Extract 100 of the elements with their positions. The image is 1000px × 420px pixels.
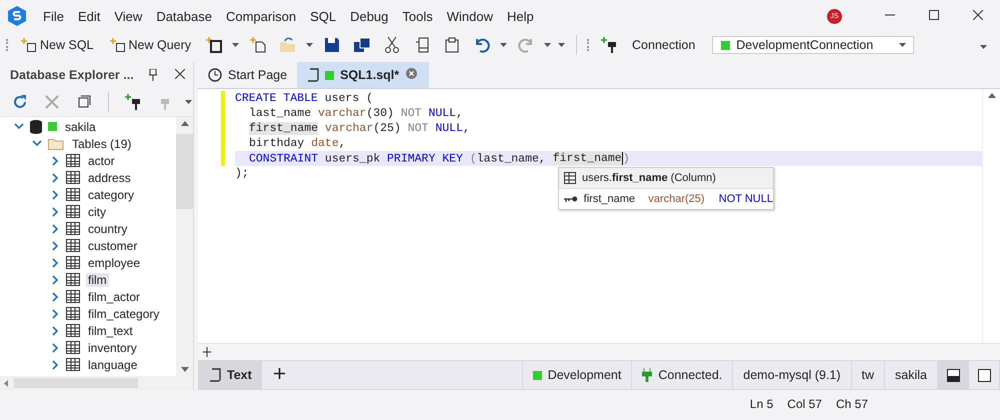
menu-item[interactable]: Database — [149, 8, 219, 24]
cursor-position: Ch 57 — [836, 397, 868, 411]
menu-item[interactable]: File — [36, 8, 71, 24]
expand-chevron-icon[interactable] — [50, 274, 60, 284]
new-sql-button[interactable]: New SQL — [16, 36, 98, 54]
close-tab-icon — [406, 68, 418, 79]
table-icon — [66, 222, 80, 235]
tree-item[interactable]: Tables (19) — [70, 136, 134, 150]
text-view-tab[interactable]: Text — [199, 361, 262, 389]
tree-item[interactable]: actor — [86, 154, 117, 168]
table-icon — [66, 341, 80, 354]
vertical-scrollbar[interactable] — [176, 117, 193, 376]
table-icon — [66, 256, 80, 269]
menu-item[interactable]: Comparison — [218, 8, 304, 24]
tree-item[interactable]: country — [86, 222, 130, 236]
code-line: CREATE TABLE users ( — [235, 92, 374, 105]
expand-chevron-icon[interactable] — [50, 190, 60, 200]
pin-icon — [149, 69, 157, 81]
horizontal-scrollbar[interactable] — [198, 343, 1000, 360]
split-view-icon — [946, 368, 960, 382]
expand-chevron-icon[interactable] — [50, 206, 60, 216]
code-line: birthday date, — [248, 137, 346, 150]
menu-item[interactable]: Tools — [395, 8, 440, 24]
tree-item[interactable]: film — [86, 272, 109, 286]
add-icon — [274, 368, 285, 379]
expand-chevron-icon[interactable] — [50, 360, 60, 370]
expand-chevron-icon[interactable] — [50, 224, 60, 234]
expand-chevron-icon[interactable] — [50, 172, 60, 182]
scroll-down-icon[interactable] — [180, 367, 188, 372]
tree-item[interactable]: sakila — [63, 120, 98, 134]
tree-item[interactable]: address — [86, 170, 133, 184]
app-logo-icon — [8, 6, 26, 26]
code-line: first_name varchar(25) NOT NULL, — [248, 122, 470, 135]
menu-item[interactable]: View — [107, 8, 150, 24]
horizontal-scrollbar[interactable] — [0, 376, 193, 390]
tree-item[interactable]: inventory — [86, 340, 139, 354]
tree-item[interactable]: film_text — [86, 324, 135, 338]
dropdown-caret-icon[interactable] — [232, 43, 240, 47]
tree-item[interactable]: language — [86, 358, 140, 372]
close-icon — [973, 10, 983, 20]
tree-item[interactable]: customer — [86, 238, 140, 252]
start-page-icon — [208, 68, 222, 82]
expand-chevron-icon[interactable] — [50, 292, 60, 302]
table-icon — [66, 273, 80, 286]
collapse-chevron-icon[interactable] — [14, 122, 24, 132]
menu-item[interactable]: Debug — [343, 8, 396, 24]
status-segment: tw — [850, 361, 884, 389]
tree-item[interactable]: city — [86, 204, 108, 218]
table-icon — [66, 205, 80, 218]
dropdown-caret-icon[interactable] — [306, 43, 314, 47]
cursor-position: Col 57 — [787, 397, 822, 411]
tree-item[interactable]: employee — [86, 256, 142, 270]
new-document-icon — [21, 38, 37, 52]
expand-chevron-icon[interactable] — [50, 342, 60, 352]
table-icon — [66, 188, 80, 201]
menu-item[interactable]: SQL — [303, 8, 344, 24]
code-line: CONSTRAINT users_pk PRIMARY KEY (last_name, first_name) — [248, 152, 630, 166]
connection-dropdown[interactable]: DevelopmentConnection — [712, 36, 914, 54]
expand-chevron-icon[interactable] — [50, 240, 60, 250]
code-line: last_name varchar(30) NOT NULL, — [248, 107, 463, 120]
maximize-icon — [929, 10, 939, 20]
scroll-left-icon[interactable] — [4, 380, 8, 386]
table-icon — [66, 171, 80, 184]
scroll-up-icon[interactable] — [180, 121, 188, 126]
cursor-position: Ln 5 — [750, 397, 774, 411]
dropdown-caret-icon[interactable] — [980, 45, 988, 49]
collapse-chevron-icon[interactable] — [32, 138, 42, 148]
expand-chevron-icon[interactable] — [50, 156, 60, 166]
table-icon — [66, 239, 80, 252]
script-icon — [307, 68, 320, 82]
dropdown-caret-icon[interactable] — [899, 43, 908, 47]
dropdown-caret-icon[interactable] — [500, 43, 508, 47]
expand-chevron-icon[interactable] — [50, 326, 60, 336]
table-icon — [66, 307, 80, 320]
tree-item[interactable]: category — [86, 188, 136, 202]
status-segment: demo-mysql (9.1) — [732, 361, 851, 389]
table-icon — [66, 154, 80, 167]
expand-chevron-icon[interactable] — [50, 258, 60, 268]
new-query-button[interactable]: New Query — [104, 36, 196, 54]
document-tab[interactable]: SQL1.sql* — [297, 62, 430, 88]
scroll-up-icon[interactable] — [988, 93, 996, 98]
document-tab[interactable]: Start Page — [198, 62, 298, 88]
completion-item[interactable]: first_name varchar(25) NOT NULL — [559, 189, 773, 209]
menu-item[interactable]: Window — [440, 8, 500, 24]
table-icon — [66, 290, 80, 303]
database-icon — [30, 120, 42, 134]
connection-label: Connection — [631, 37, 696, 54]
status-segment: Development — [522, 361, 632, 389]
tree-item[interactable]: film_actor — [86, 290, 142, 304]
script-icon — [209, 368, 221, 382]
menu-item[interactable]: Help — [500, 8, 541, 24]
expand-chevron-icon[interactable] — [50, 308, 60, 318]
close-icon — [175, 69, 185, 79]
menu-item[interactable]: Edit — [70, 8, 108, 24]
split-view-button[interactable] — [937, 361, 968, 389]
code-line: ); — [235, 167, 249, 180]
tree-item[interactable]: film_category — [86, 306, 162, 320]
dropdown-caret-icon[interactable] — [185, 100, 193, 104]
key-icon — [564, 196, 578, 202]
plug-icon — [642, 368, 652, 382]
